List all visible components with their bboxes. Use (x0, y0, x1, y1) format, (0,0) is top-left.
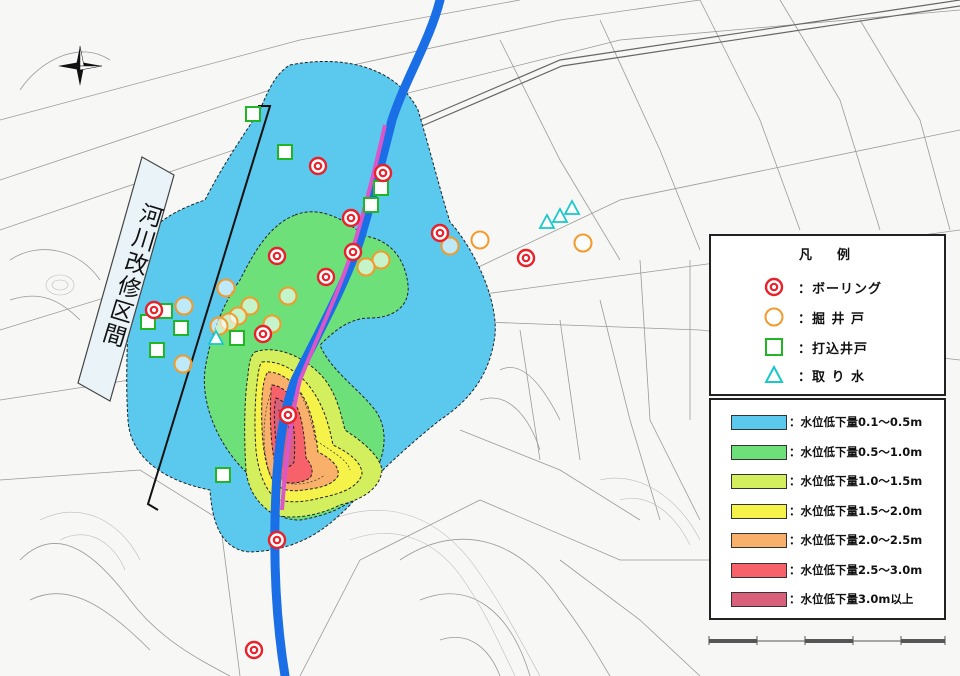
dug-well-marker (470, 230, 490, 250)
boring-marker (267, 246, 287, 266)
level-row-2: ：水位低下量0.5～1.0m (725, 442, 944, 462)
legend-row-water-intake: ：取 り 水 (711, 362, 944, 386)
boring-icon (764, 277, 784, 297)
level-swatch-6 (731, 563, 787, 578)
legend-label-water-intake: ：取 り 水 (798, 370, 866, 385)
level-row-1: ：水位低下量0.1～0.5m (725, 412, 944, 432)
level-label-7: ：水位低下量3.0m以上 (789, 592, 914, 606)
boring-marker (308, 156, 328, 176)
boring-marker (316, 267, 336, 287)
map-figure: 河川改修区間 凡 例 ：ボーリング ：掘 井 戸 ：打込井戸 ：取 り 水 ：水… (0, 0, 960, 676)
scale-bar (708, 636, 946, 645)
level-swatch-2 (731, 445, 787, 460)
driven-well-marker (363, 197, 379, 213)
water-intake-marker (538, 213, 556, 229)
level-swatch-3 (731, 474, 787, 489)
legend-label-driven-well: ：打込井戸 (798, 342, 869, 357)
level-swatch-5 (731, 533, 787, 548)
water-intake-marker (551, 207, 569, 223)
level-row-6: ：水位低下量2.5～3.0m (725, 560, 944, 580)
level-label-6: ：水位低下量2.5～3.0m (789, 563, 923, 577)
dug-well-marker (216, 278, 236, 298)
level-row-7: ：水位低下量3.0m以上 (725, 589, 944, 609)
legend-row-driven-well: ：打込井戸 (711, 334, 944, 358)
drawdown-legend: ：水位低下量0.1～0.5m ：水位低下量0.5～1.0m ：水位低下量1.0～… (709, 398, 946, 620)
level-label-4: ：水位低下量1.5～2.0m (789, 504, 923, 518)
level-row-5: ：水位低下量2.0～2.5m (725, 530, 944, 550)
water-intake-icon (764, 364, 784, 383)
boring-marker (430, 223, 450, 243)
boring-marker (244, 640, 264, 660)
driven-well-marker (373, 180, 389, 196)
driven-well-icon (765, 338, 783, 356)
legend-label-dug-well: ：掘 井 戸 (798, 312, 866, 327)
legend-title: 凡 例 (798, 248, 856, 263)
boring-marker (516, 248, 536, 268)
north-arrow-icon (58, 45, 103, 86)
level-swatch-7 (731, 592, 787, 607)
driven-well-marker (277, 144, 293, 160)
dug-well-marker (174, 296, 194, 316)
boring-marker (278, 405, 298, 425)
boring-marker (343, 242, 363, 262)
legend-row-boring: ：ボーリング (711, 274, 944, 298)
level-label-1: ：水位低下量0.1～0.5m (789, 415, 923, 429)
level-row-4: ：水位低下量1.5～2.0m (725, 501, 944, 521)
dug-well-icon (764, 307, 784, 327)
symbol-legend: 凡 例 ：ボーリング ：掘 井 戸 ：打込井戸 ：取 り 水 (709, 234, 946, 396)
boring-marker (267, 530, 287, 550)
level-label-2: ：水位低下量0.5～1.0m (789, 445, 923, 459)
water-intake-marker (563, 199, 581, 215)
boring-marker (341, 208, 361, 228)
dug-well-marker (209, 316, 229, 336)
driven-well-marker (245, 106, 261, 122)
level-swatch-1 (731, 415, 787, 430)
level-label-3: ：水位低下量1.0～1.5m (789, 474, 923, 488)
level-swatch-4 (731, 504, 787, 519)
driven-well-marker (229, 330, 245, 346)
boring-marker (253, 324, 273, 344)
dug-well-marker (356, 257, 376, 277)
dug-well-marker (573, 233, 593, 253)
legend-label-boring: ：ボーリング (798, 282, 883, 297)
boring-marker (373, 163, 393, 183)
level-label-5: ：水位低下量2.0～2.5m (789, 533, 923, 547)
driven-well-marker (215, 467, 231, 483)
level-row-3: ：水位低下量1.0～1.5m (725, 471, 944, 491)
dug-well-marker (278, 286, 298, 306)
legend-row-dug-well: ：掘 井 戸 (711, 304, 944, 328)
